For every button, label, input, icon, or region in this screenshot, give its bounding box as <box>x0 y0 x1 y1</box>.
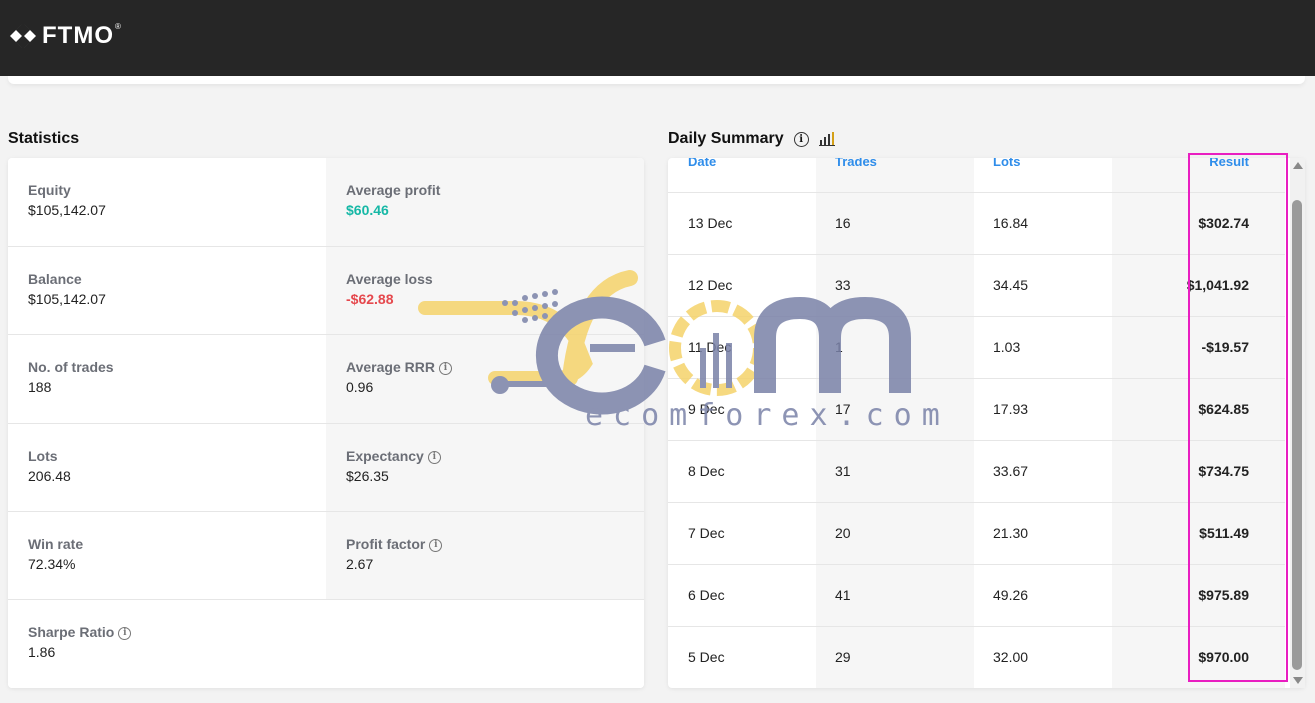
cell-trades: 33 <box>835 277 851 293</box>
scroll-down-arrow-icon[interactable] <box>1293 677 1303 684</box>
info-icon[interactable]: i <box>118 626 132 640</box>
column-header-lots[interactable]: Lots <box>993 158 1020 169</box>
cell-date: 9 Dec <box>688 401 725 417</box>
stat-value: $105,142.07 <box>28 291 106 307</box>
logo-text: FTMO <box>42 22 114 49</box>
stat-lots: Lots 206.48 <box>8 424 326 511</box>
stat-value: 2.67 <box>346 556 374 572</box>
stat-value: $60.46 <box>346 202 389 218</box>
stat-label: Balance <box>28 271 82 287</box>
stat-label-text: Average RRR <box>346 359 435 375</box>
cell-date: 8 Dec <box>688 463 725 479</box>
bar-chart-icon[interactable] <box>818 132 835 146</box>
stat-equity: Equity $105,142.07 <box>8 158 326 246</box>
cell-date: 12 Dec <box>688 277 733 293</box>
stat-row: No. of trades 188 Average RRR i 0.96 <box>8 335 644 424</box>
cell-lots: 17.93 <box>993 401 1029 417</box>
stat-average-rrr: Average RRR i 0.96 <box>326 335 644 423</box>
stat-average-profit: Average profit $60.46 <box>326 158 644 246</box>
info-icon[interactable]: i <box>438 361 452 375</box>
info-icon[interactable]: i <box>427 450 441 464</box>
cell-trades: 29 <box>835 649 851 665</box>
top-bar: FTMO ® <box>0 0 1315 76</box>
cell-trades: 31 <box>835 463 851 479</box>
stat-no-of-trades: No. of trades 188 <box>8 335 326 423</box>
cell-lots: 32.00 <box>993 649 1029 665</box>
scroll-up-arrow-icon[interactable] <box>1293 162 1303 169</box>
cell-trades: 17 <box>835 401 851 417</box>
stat-row: Balance $105,142.07 Average loss -$62.88 <box>8 247 644 335</box>
stat-average-loss: Average loss -$62.88 <box>326 247 644 334</box>
stat-value: -$62.88 <box>346 291 394 307</box>
cell-date: 7 Dec <box>688 525 725 541</box>
table-scrollbar[interactable] <box>1290 158 1305 688</box>
cell-lots: 21.30 <box>993 525 1029 541</box>
stat-profit-factor: Profit factor i 2.67 <box>326 512 644 599</box>
stat-row: Sharpe Ratio i 1.86 <box>8 600 644 688</box>
result-column-highlight <box>1188 153 1288 682</box>
stat-balance: Balance $105,142.07 <box>8 247 326 334</box>
daily-summary-header: Daily Summary i <box>668 130 835 148</box>
scroll-thumb[interactable] <box>1292 200 1302 670</box>
stat-label: Profit factor i <box>346 536 644 552</box>
cell-lots: 16.84 <box>993 215 1029 231</box>
cell-trades: 20 <box>835 525 851 541</box>
stat-value: $26.35 <box>346 468 389 484</box>
stat-label: Sharpe Ratio i <box>28 624 644 640</box>
cell-lots: 1.03 <box>993 339 1021 355</box>
cell-lots: 34.45 <box>993 277 1029 293</box>
stat-value: 1.86 <box>28 644 56 660</box>
stat-value: 188 <box>28 379 52 395</box>
cell-trades: 1 <box>835 339 843 355</box>
stat-label-text: Sharpe Ratio <box>28 624 115 640</box>
stat-sharpe-ratio: Sharpe Ratio i 1.86 <box>8 600 644 688</box>
stat-label: No. of trades <box>28 359 114 375</box>
cell-trades: 16 <box>835 215 851 231</box>
cell-date: 6 Dec <box>688 587 725 603</box>
stat-row: Lots 206.48 Expectancy i $26.35 <box>8 424 644 512</box>
stat-value: 72.34% <box>28 556 76 572</box>
stat-label: Lots <box>28 448 58 464</box>
cell-lots: 33.67 <box>993 463 1029 479</box>
info-icon[interactable]: i <box>793 131 809 147</box>
stat-row: Equity $105,142.07 Average profit $60.46 <box>8 158 644 247</box>
stat-label: Win rate <box>28 536 84 552</box>
info-icon[interactable]: i <box>429 538 443 552</box>
stat-expectancy: Expectancy i $26.35 <box>326 424 644 511</box>
cell-date: 11 Dec <box>688 339 732 355</box>
registered-mark: ® <box>114 21 121 31</box>
stat-label-text: Expectancy <box>346 448 424 464</box>
stat-value: $105,142.07 <box>28 202 106 218</box>
stat-label: Average profit <box>346 182 441 198</box>
stat-label-text: Profit factor <box>346 536 426 552</box>
stat-value: 206.48 <box>28 468 71 484</box>
statistics-card: Equity $105,142.07 Average profit $60.46… <box>8 158 644 688</box>
column-header-date[interactable]: Date <box>688 158 716 169</box>
stat-label: Average loss <box>346 271 433 287</box>
daily-summary-title: Daily Summary <box>668 130 784 147</box>
stat-label: Average RRR i <box>346 359 644 375</box>
statistics-title: Statistics <box>8 130 80 147</box>
cell-trades: 41 <box>835 587 851 603</box>
cell-lots: 49.26 <box>993 587 1029 603</box>
top-panel-edge <box>8 76 1305 84</box>
ftmo-logo[interactable]: FTMO ® <box>8 20 121 52</box>
cell-date: 13 Dec <box>688 215 733 231</box>
column-header-trades[interactable]: Trades <box>835 158 877 169</box>
stat-win-rate: Win rate 72.34% <box>8 512 326 599</box>
stat-row: Win rate 72.34% Profit factor i 2.67 <box>8 512 644 600</box>
stat-label: Equity <box>28 182 71 198</box>
ftmo-logo-icon <box>10 24 36 48</box>
cell-date: 5 Dec <box>688 649 725 665</box>
stat-value: 0.96 <box>346 379 374 395</box>
stat-label: Expectancy i <box>346 448 644 464</box>
